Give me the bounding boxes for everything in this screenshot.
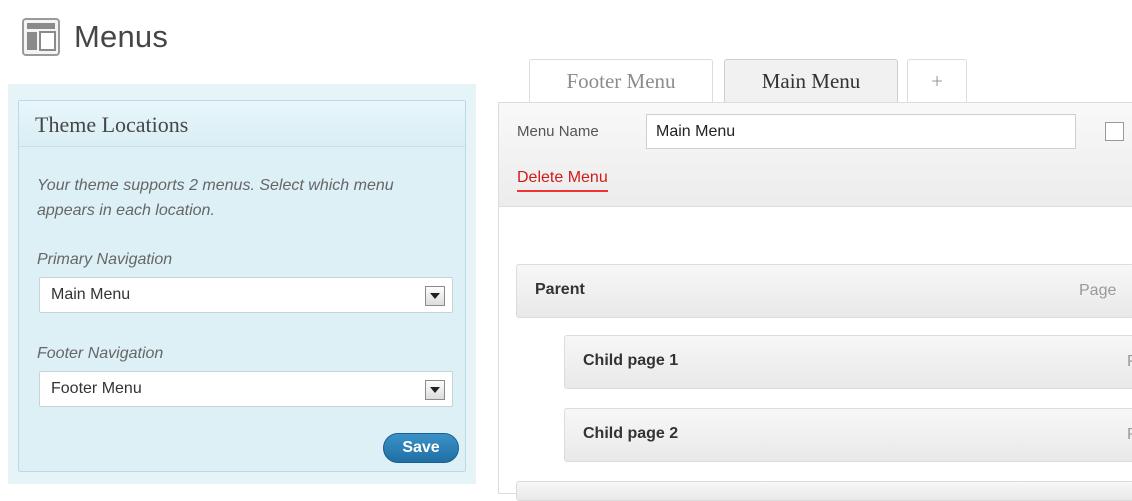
save-button[interactable]: Save — [383, 433, 459, 463]
primary-navigation-select[interactable]: Main Menu — [39, 277, 453, 313]
menu-item-title: Parent — [535, 281, 585, 298]
tab-main-menu[interactable]: Main Menu — [724, 59, 898, 103]
primary-navigation-label: Primary Navigation — [37, 251, 173, 268]
page-title: Menus — [74, 19, 169, 54]
chevron-down-icon[interactable] — [425, 286, 445, 306]
footer-navigation-select[interactable]: Footer Menu — [39, 371, 453, 407]
chevron-down-icon[interactable] — [425, 380, 445, 400]
auto-add-checkbox[interactable] — [1105, 122, 1124, 141]
menu-item-partial[interactable] — [516, 481, 1132, 501]
menu-editor-header: Menu Name Main Menu Delete Menu — [499, 103, 1132, 207]
footer-navigation-label: Footer Navigation — [37, 345, 164, 362]
menu-item-type: Page — [1127, 426, 1132, 444]
menu-item-child-page-1[interactable]: Child page 1 Page — [564, 335, 1132, 389]
menu-item-type: Page — [1127, 353, 1132, 371]
theme-locations-description: Your theme supports 2 menus. Select whic… — [37, 177, 394, 219]
tab-add-menu[interactable]: + — [907, 59, 967, 103]
menu-item-title: Child page 2 — [583, 425, 679, 442]
primary-navigation-value: Main Menu — [51, 286, 131, 303]
page-header: Menus — [22, 14, 168, 60]
menu-item-type: Page — [1079, 282, 1117, 299]
theme-locations-container: Theme Locations Your theme supports 2 me… — [8, 84, 476, 484]
menu-name-input[interactable]: Main Menu — [646, 114, 1076, 149]
delete-menu-link[interactable]: Delete Menu — [517, 169, 608, 192]
menu-item-title: Child page 1 — [583, 352, 679, 369]
menu-item-child-page-2[interactable]: Child page 2 Page — [564, 408, 1132, 462]
footer-navigation-value: Footer Menu — [51, 380, 142, 397]
menu-name-label: Menu Name — [517, 123, 599, 140]
tab-footer-menu[interactable]: Footer Menu — [529, 59, 713, 103]
theme-locations-heading: Theme Locations — [19, 101, 465, 147]
menus-icon — [22, 18, 60, 56]
theme-locations-box: Theme Locations Your theme supports 2 me… — [18, 100, 466, 472]
menu-item-parent[interactable]: Parent Page — [516, 264, 1132, 318]
